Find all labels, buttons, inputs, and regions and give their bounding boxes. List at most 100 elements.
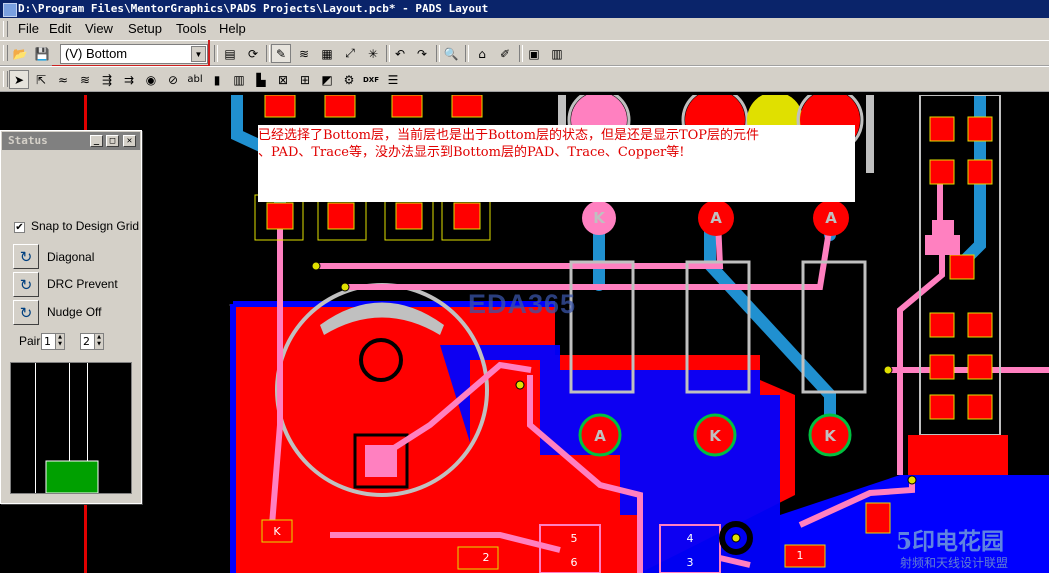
maximize-icon[interactable]: □: [106, 135, 119, 147]
pad-label: A: [825, 209, 837, 227]
design-toolbar: ➤ ⇱ ≈ ≋ ⇶ ⇉ ◉ ⊘ abl ▮ ▥ ▙ ⊠ ⊞ ◩ ⚙ DXF ☰: [0, 66, 1049, 92]
rotate-icon: ↻: [19, 303, 33, 322]
toolbar-separator: [519, 45, 523, 62]
verify-design-icon[interactable]: ⌂: [472, 44, 492, 63]
title-bar: D:\Program Files\MentorGraphics\PADS Pro…: [0, 0, 1049, 18]
drc-label: DRC Prevent: [47, 277, 118, 291]
snap-label: Snap to Design Grid: [31, 219, 140, 233]
menu-help[interactable]: Help: [219, 18, 246, 40]
pair-value-1: 1: [44, 335, 51, 348]
undo-icon[interactable]: ↶: [390, 44, 410, 63]
pad-label: A: [594, 427, 606, 445]
menu-edit[interactable]: Edit: [49, 18, 71, 40]
diagonal-button[interactable]: ↻: [13, 244, 39, 269]
status-window: Status _ □ ✕ ✔ Snap to Design Grid ↻ Dia…: [0, 130, 142, 504]
select-arrow-icon[interactable]: ➤: [9, 70, 29, 89]
move-icon[interactable]: ⇱: [31, 70, 51, 89]
flip-icon[interactable]: ▙: [251, 70, 271, 89]
status-title: Status: [8, 134, 48, 147]
highlight-edge: [208, 40, 210, 66]
spin-arrows-icon[interactable]: ▲ ▼: [55, 334, 64, 349]
snap-checkbox[interactable]: ✔: [14, 222, 25, 233]
window-icon[interactable]: ▣: [524, 44, 544, 63]
ecotoolbar-icon[interactable]: ▦: [317, 44, 337, 63]
layer-select-value: (V) Bottom: [65, 46, 128, 61]
pin-number: 2: [483, 551, 490, 564]
text-icon[interactable]: abl: [185, 70, 205, 89]
drc-button[interactable]: ↻: [13, 272, 39, 297]
menu-view[interactable]: View: [85, 18, 113, 40]
chevron-down-icon[interactable]: ▼: [191, 46, 206, 62]
close-icon[interactable]: ✕: [123, 135, 136, 147]
nudge-label: Nudge Off: [47, 305, 102, 319]
pair-value-2: 2: [83, 335, 90, 348]
save-icon[interactable]: 💾: [32, 44, 52, 63]
dxf-label: DXF: [363, 75, 379, 84]
nudge-button[interactable]: ↻: [13, 300, 39, 325]
brush-icon[interactable]: ✐: [495, 44, 515, 63]
toolbar-separator: [465, 45, 469, 62]
pad-label: A: [710, 209, 722, 227]
board-preview[interactable]: [10, 362, 132, 494]
bus-route-icon[interactable]: ⇉: [119, 70, 139, 89]
length-icon[interactable]: ▮: [207, 70, 227, 89]
spin-icon[interactable]: ⊠: [273, 70, 293, 89]
app-icon: [3, 3, 17, 17]
pin-number: 6: [571, 556, 578, 569]
logo-subtext: 射频和天线设计联盟: [900, 556, 1009, 570]
pad-label: K: [824, 427, 837, 445]
zoom-icon[interactable]: 🔍: [441, 44, 461, 63]
redraw-icon[interactable]: ⟳: [243, 44, 263, 63]
drafting-toolbar-icon[interactable]: ≋: [294, 44, 314, 63]
window-title: D:\Program Files\MentorGraphics\PADS Pro…: [18, 2, 489, 15]
pad-label: K: [273, 525, 281, 538]
menu-tools[interactable]: Tools: [176, 18, 206, 40]
toolbar-grip: [3, 45, 8, 61]
pair-label: Pair:: [19, 334, 44, 348]
report-icon[interactable]: ☰: [383, 70, 403, 89]
spin-arrows-icon[interactable]: ▲ ▼: [94, 334, 103, 349]
pair-stepper-1[interactable]: 1 ▲ ▼: [41, 333, 65, 350]
dimension-icon[interactable]: ✳: [363, 44, 383, 63]
pin-number: 3: [687, 556, 694, 569]
toolbar-separator: [214, 45, 218, 62]
menu-bar: File Edit View Setup Tools Help: [0, 18, 1049, 40]
properties-icon[interactable]: ▤: [220, 44, 240, 63]
preview-drawing: [35, 363, 99, 493]
add-via-icon[interactable]: ◉: [141, 70, 161, 89]
redo-icon[interactable]: ↷: [412, 44, 432, 63]
route-icon[interactable]: ⤢: [340, 44, 360, 63]
pad-label: K: [593, 209, 606, 227]
find-icon[interactable]: ⚙: [339, 70, 359, 89]
pin-number: 5: [571, 532, 578, 545]
dynamic-route-icon[interactable]: ≋: [75, 70, 95, 89]
toolbar-grip: [3, 71, 8, 87]
pin-number: 1: [797, 549, 804, 562]
rotate-icon: ↻: [19, 247, 33, 266]
pad-label: K: [709, 427, 722, 445]
pair-stepper-2[interactable]: 2 ▲ ▼: [80, 333, 104, 350]
menu-file[interactable]: File: [18, 18, 39, 40]
part-icon[interactable]: ▥: [229, 70, 249, 89]
sketch-route-icon[interactable]: ⇶: [97, 70, 117, 89]
add-route-icon[interactable]: ≈: [53, 70, 73, 89]
logo-text: 5印电花园: [896, 528, 1005, 555]
glue-icon[interactable]: ◩: [317, 70, 337, 89]
rotate-icon: ↻: [19, 275, 33, 294]
open-folder-icon[interactable]: 📂: [10, 44, 30, 63]
swap-icon[interactable]: ⊞: [295, 70, 315, 89]
menu-setup[interactable]: Setup: [128, 18, 162, 40]
toolbar-separator: [266, 45, 270, 62]
minimize-icon[interactable]: _: [90, 135, 103, 147]
pin-number: 4: [687, 532, 694, 545]
site-logo: 5印电花园 射频和天线设计联盟: [870, 522, 1049, 573]
design-toolbar-icon[interactable]: ✎: [271, 44, 291, 63]
layer-select[interactable]: (V) Bottom ▼: [60, 44, 208, 64]
menu-grip: [3, 21, 8, 37]
annotation-line-2: 、PAD、Trace等，没办法显示到Bottom层的PAD、Trace、Copp…: [258, 145, 685, 160]
output-window-icon[interactable]: ▥: [547, 44, 567, 63]
status-title-bar[interactable]: Status _ □ ✕: [2, 132, 140, 150]
delete-icon[interactable]: ⊘: [163, 70, 183, 89]
dxf-icon[interactable]: DXF: [361, 70, 381, 89]
eda365-watermark: EDA365: [468, 289, 577, 319]
